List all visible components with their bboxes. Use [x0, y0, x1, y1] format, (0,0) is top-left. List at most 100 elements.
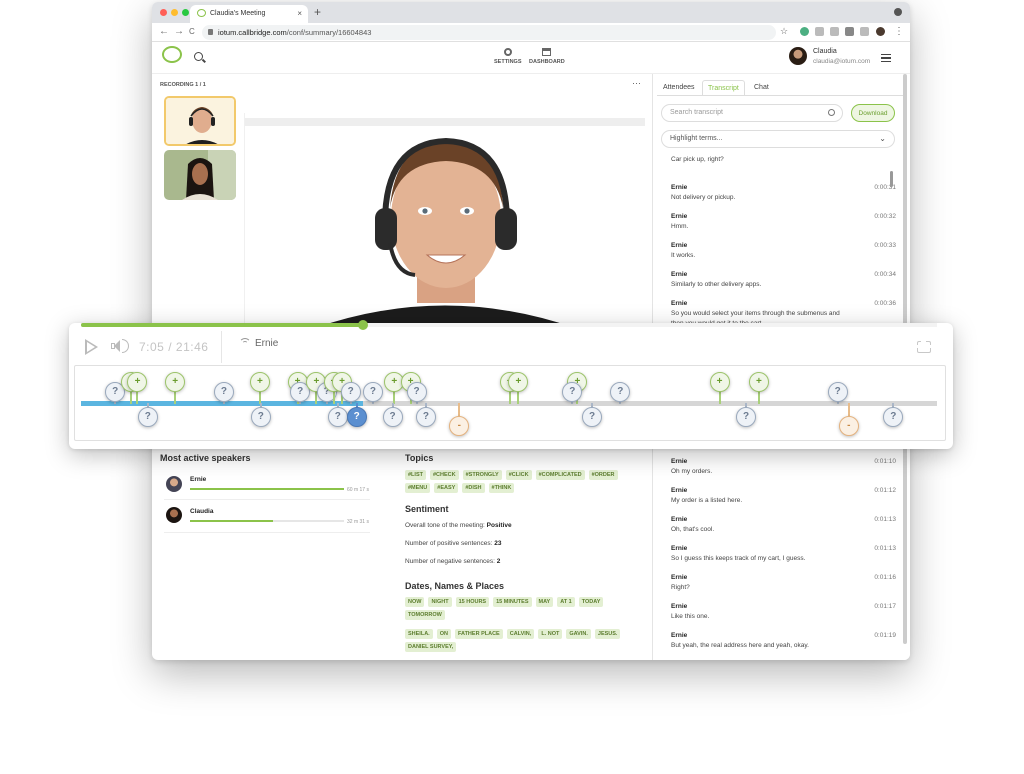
puzzle-icon[interactable]: [845, 27, 854, 36]
question-marker[interactable]: ?: [250, 407, 271, 427]
topic-tag[interactable]: #LIST: [405, 470, 426, 480]
name-tag[interactable]: SHEILA.: [405, 629, 433, 639]
topic-tag[interactable]: #ORDER: [588, 470, 618, 480]
date-tag[interactable]: AT 1: [557, 597, 575, 607]
question-marker[interactable]: ?: [362, 382, 383, 402]
date-tag[interactable]: 15 MINUTES: [493, 597, 532, 607]
negative-marker[interactable]: -: [838, 416, 859, 436]
question-marker[interactable]: ?: [883, 407, 904, 427]
question-marker[interactable]: ?: [610, 382, 631, 402]
close-tab-icon[interactable]: ×: [297, 9, 302, 18]
play-icon[interactable]: [85, 339, 98, 355]
transcript-entry[interactable]: Ernie 0:01:13 So I guess this keeps track …: [671, 544, 896, 564]
transcript-entry[interactable]: Ernie 0:00:34 Similarly to other delivery …: [671, 270, 896, 290]
question-marker[interactable]: ?: [346, 407, 367, 427]
name-tag[interactable]: DANIEL SURVEY,: [405, 642, 457, 652]
url-field[interactable]: iotum.callbridge.com/conf/summary/166048…: [202, 25, 776, 40]
search-icon[interactable]: [194, 52, 203, 61]
question-marker[interactable]: ?: [327, 407, 348, 427]
sentiment-timeline[interactable]: ?++?+?+?+?+?+?+???+?+??-+++???+?+?-?: [74, 365, 946, 441]
star-icon[interactable]: ☆: [780, 26, 788, 37]
transcript-timestamp[interactable]: 0:00:33: [874, 241, 896, 251]
topic-tag[interactable]: #STRONGLY: [462, 470, 502, 480]
transcript-entry[interactable]: Ernie 0:01:13 Oh, that's cool.: [671, 515, 896, 535]
tab-chat[interactable]: Chat: [749, 80, 774, 96]
new-tab-button[interactable]: +: [314, 5, 321, 19]
transcript-timestamp[interactable]: 0:01:19: [874, 631, 896, 641]
reload-icon[interactable]: C: [189, 27, 195, 36]
more-icon[interactable]: ⋮: [894, 26, 904, 37]
minimize-window-dot[interactable]: [171, 9, 178, 16]
transcript-entry[interactable]: Ernie 0:01:12 My order is a listed here.: [671, 486, 896, 506]
topic-tag[interactable]: #MENU: [405, 483, 431, 493]
transcript-timestamp[interactable]: 0:01:10: [874, 457, 896, 467]
date-tag[interactable]: 15 HOURS: [455, 597, 490, 607]
browser-tab[interactable]: Claudia's Meeting ×: [190, 5, 308, 23]
browser-menu-icon[interactable]: [894, 8, 902, 16]
forward-icon[interactable]: →: [174, 26, 184, 37]
transcript-timestamp[interactable]: 0:01:13: [874, 515, 896, 525]
question-marker[interactable]: ?: [382, 407, 403, 427]
name-tag[interactable]: CALVIN,: [506, 629, 535, 639]
question-marker[interactable]: ?: [415, 407, 436, 427]
transcript-entry[interactable]: Ernie 0:01:19 But yeah, the real address h…: [671, 631, 896, 651]
date-tag[interactable]: NIGHT: [428, 597, 452, 607]
name-tag[interactable]: L. NOT: [538, 629, 563, 639]
participant-thumbnail-claudia[interactable]: [164, 150, 236, 200]
transcript-scrollbar[interactable]: [890, 171, 893, 187]
extension-icon[interactable]: [800, 27, 809, 36]
question-marker[interactable]: ?: [406, 382, 427, 402]
transcript-entry[interactable]: Car pick up, right?: [671, 155, 896, 165]
name-tag[interactable]: GAVIN.: [566, 629, 591, 639]
transcript-entry[interactable]: Ernie 0:00:31 Not delivery or pickup.: [671, 183, 896, 203]
question-marker[interactable]: ?: [827, 382, 848, 402]
topic-tag[interactable]: #CHECK: [429, 470, 459, 480]
extension-icon[interactable]: [815, 27, 824, 36]
highlight-terms-select[interactable]: Highlight terms... ⌄: [661, 130, 895, 148]
progress-handle[interactable]: [358, 320, 369, 330]
tab-attendees[interactable]: Attendees: [658, 80, 700, 96]
date-tag[interactable]: MAY: [535, 597, 554, 607]
transcript-search-input[interactable]: Search transcript: [661, 104, 843, 122]
extension-icon[interactable]: [830, 27, 839, 36]
question-marker[interactable]: ?: [213, 382, 234, 402]
logo-icon[interactable]: [162, 46, 182, 63]
date-tag[interactable]: TOMORROW: [405, 610, 445, 620]
transcript-timestamp[interactable]: 0:01:12: [874, 486, 896, 496]
name-tag[interactable]: JESUS.: [594, 629, 621, 639]
transcript-entry[interactable]: Ernie 0:01:10 Oh my orders.: [671, 457, 896, 477]
dashboard-button[interactable]: DASHBOARD: [529, 48, 565, 65]
topic-tag[interactable]: #EASY: [434, 483, 459, 493]
date-tag[interactable]: NOW: [405, 597, 425, 607]
name-tag[interactable]: FATHER PLACE: [454, 629, 503, 639]
profile-icon[interactable]: [876, 27, 885, 36]
question-marker[interactable]: ?: [340, 382, 361, 402]
positive-marker[interactable]: +: [249, 372, 270, 392]
positive-marker[interactable]: +: [165, 372, 186, 392]
transcript-timestamp[interactable]: 0:01:17: [874, 602, 896, 612]
avatar[interactable]: [789, 47, 807, 65]
topic-tag[interactable]: #COMPLICATED: [535, 470, 585, 480]
topic-tag[interactable]: #CLICK: [505, 470, 532, 480]
back-icon[interactable]: ←: [159, 26, 169, 37]
topic-tag[interactable]: #DISH: [462, 483, 485, 493]
name-tag[interactable]: ON: [436, 629, 451, 639]
transcript-entry[interactable]: Ernie 0:00:33 It works.: [671, 241, 896, 261]
question-marker[interactable]: ?: [736, 407, 757, 427]
positive-marker[interactable]: +: [748, 372, 769, 392]
fullscreen-icon[interactable]: [916, 340, 931, 353]
transcript-timestamp[interactable]: 0:01:13: [874, 544, 896, 554]
participant-thumbnail-ernie[interactable]: [164, 96, 236, 146]
transcript-entry[interactable]: Ernie 0:00:32 Hmm.: [671, 212, 896, 232]
menu-icon[interactable]: [881, 54, 891, 62]
question-marker[interactable]: ?: [137, 407, 158, 427]
question-marker[interactable]: ?: [562, 382, 583, 402]
zoom-window-dot[interactable]: [182, 9, 189, 16]
volume-icon[interactable]: [111, 340, 120, 352]
progress-track[interactable]: [81, 320, 937, 330]
topic-tag[interactable]: #THINK: [488, 483, 515, 493]
more-options-icon[interactable]: ···: [632, 78, 641, 88]
tab-transcript[interactable]: Transcript: [702, 80, 745, 96]
date-tag[interactable]: TODAY: [578, 597, 604, 607]
main-video[interactable]: [244, 113, 647, 328]
